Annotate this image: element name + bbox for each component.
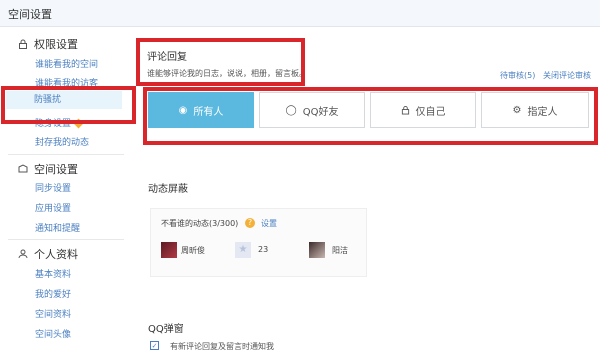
qq-popup-title: QQ弹窗 [148, 324, 184, 335]
not-see-label: 不看谁的动态(3/300) [161, 219, 239, 228]
sidebar-item-archive-feed[interactable]: 封存我的动态 [35, 135, 89, 148]
option-only-me[interactable]: 仅自己 [370, 92, 476, 128]
feed-block-title: 动态屏蔽 [148, 184, 188, 195]
help-icon[interactable]: ? [245, 218, 255, 228]
sidebar-section-profile: 个人资料 [18, 246, 78, 262]
sidebar-section-permissions: 权限设置 [18, 36, 78, 52]
divider [8, 239, 124, 240]
option-label: QQ好友 [302, 106, 339, 118]
highlight-box-sidebar [1, 86, 136, 124]
sidebar-item-sync[interactable]: 同步设置 [35, 181, 71, 194]
sidebar-section-space: 空间设置 [18, 161, 78, 177]
option-specified[interactable]: ⚙ 指定人 [481, 92, 589, 128]
sidebar: 权限设置 谁能看我的空间 谁能看我的访客 防骚扰 隐身设置 封存我的动态 空间设… [0, 27, 130, 355]
person-name: 周昕俊 [181, 246, 205, 255]
sidebar-item-space-profile[interactable]: 空间资料 [35, 307, 71, 320]
option-label: 指定人 [527, 106, 558, 118]
title-bar: 空间设置 [0, 0, 600, 27]
gear-icon: ⚙ [512, 104, 522, 116]
sidebar-item-basic-profile[interactable]: 基本资料 [35, 267, 71, 280]
notify-checkbox-label: 有新评论回复及留言时通知我 [170, 342, 274, 351]
person-icon [18, 249, 28, 259]
person-name: 23 [258, 245, 269, 254]
notify-checkbox[interactable]: ✓ [150, 341, 159, 350]
sidebar-item-hobbies[interactable]: 我的爱好 [35, 287, 71, 300]
divider [8, 154, 124, 155]
sidebar-item-app[interactable]: 应用设置 [35, 201, 71, 214]
sidebar-section-title: 空间设置 [34, 163, 78, 176]
lock-icon [19, 39, 27, 49]
comment-reply-title: 评论回复 [147, 52, 187, 63]
window-title: 空间设置 [8, 8, 52, 21]
lock-icon [401, 105, 409, 115]
pending-review-link[interactable]: 待审核(5) [500, 70, 535, 81]
option-everyone[interactable]: ◉ 所有人 [148, 92, 254, 128]
sidebar-item-notifications[interactable]: 通知和提醒 [35, 221, 80, 234]
avatar[interactable] [309, 242, 325, 258]
sidebar-section-title: 权限设置 [34, 38, 78, 51]
option-label: 所有人 [193, 106, 224, 118]
sidebar-item-space-avatar[interactable]: 空间头像 [35, 327, 71, 340]
person-name: 阳洁 [332, 246, 348, 255]
space-icon [18, 164, 28, 173]
sidebar-item-who-can-see-space[interactable]: 谁能看我的空间 [35, 57, 98, 70]
option-qq-friends[interactable]: ◯ QQ好友 [259, 92, 365, 128]
option-label: 仅自己 [415, 106, 446, 118]
sidebar-section-title: 个人资料 [34, 248, 78, 261]
globe-icon: ◉ [178, 104, 188, 116]
close-review-link[interactable]: 关闭评论审核 [543, 70, 591, 81]
bubble-icon: ◯ [285, 104, 297, 116]
comment-reply-description: 谁能够评论我的日志，说说，相册，留言板。 [147, 69, 307, 78]
feed-block-card: 不看谁的动态(3/300) ? 设置 周昕俊 ★ 23 阳洁 [150, 208, 367, 277]
avatar[interactable] [161, 242, 177, 258]
feed-settings-link[interactable]: 设置 [261, 218, 277, 229]
star-avatar-icon[interactable]: ★ [235, 242, 251, 258]
